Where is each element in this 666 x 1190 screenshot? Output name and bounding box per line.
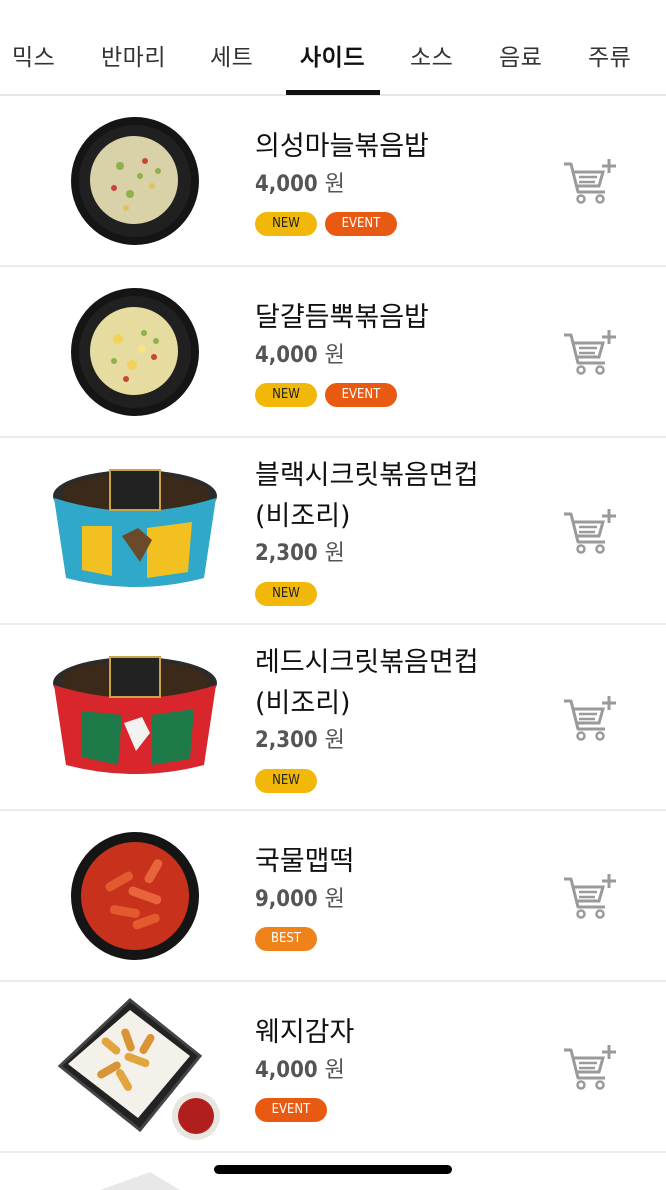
product-price: 4,000 원 (255, 172, 345, 197)
add-to-cart-icon[interactable] (561, 693, 619, 743)
home-indicator (214, 1165, 452, 1174)
product-name: 의성마늘볶음밥 (255, 131, 429, 162)
product-price: 2,300 원 (255, 728, 345, 753)
black-noodle-cup-image (53, 469, 217, 587)
product-item[interactable]: 웨지감자 4,000 원 EVENT (0, 982, 666, 1153)
product-price: 4,000 원 (255, 343, 345, 368)
tab-side[interactable]: 사이드 (300, 38, 365, 72)
add-to-cart-icon[interactable] (561, 871, 619, 921)
event-badge: EVENT (325, 383, 397, 407)
product-list: 의성마늘볶음밥 4,000 원 NEW EVENT 달걀듬뿍볶음밥 4,000 … (0, 96, 666, 1153)
egg-fried-rice-image (71, 288, 199, 416)
new-badge: NEW (255, 582, 317, 606)
add-to-cart-icon[interactable] (561, 327, 619, 377)
next-item-image-partial (100, 1172, 180, 1190)
product-price: 2,300 원 (255, 541, 345, 566)
red-noodle-cup-image (53, 656, 217, 774)
tab-set[interactable]: 세트 (210, 38, 253, 72)
product-price: 9,000 원 (255, 887, 345, 912)
tab-mix[interactable]: 믹스 (12, 38, 55, 72)
category-tab-bar: 믹스 반마리 세트 사이드 소스 음료 주류 (0, 0, 666, 96)
badge-group: BEST (255, 927, 325, 951)
tab-alcohol[interactable]: 주류 (588, 38, 631, 72)
new-badge: NEW (255, 383, 317, 407)
add-to-cart-icon[interactable] (561, 1042, 619, 1092)
add-to-cart-icon[interactable] (561, 506, 619, 556)
badge-group: NEW EVENT (255, 383, 405, 407)
new-badge: NEW (255, 769, 317, 793)
product-name-line2: (비조리) (255, 501, 351, 532)
tab-drink[interactable]: 음료 (499, 38, 542, 72)
product-item[interactable]: 블랙시크릿볶음면컵 (비조리) 2,300 원 NEW (0, 438, 666, 625)
garlic-fried-rice-image (71, 117, 199, 245)
product-name: 국물맵떡 (255, 846, 355, 877)
spicy-tteokbokki-image (71, 832, 199, 960)
badge-group: EVENT (255, 1098, 335, 1122)
active-tab-indicator (286, 90, 380, 95)
product-name: 달걀듬뿍볶음밥 (255, 302, 429, 333)
product-name-line2: (비조리) (255, 688, 351, 719)
badge-group: NEW EVENT (255, 212, 405, 236)
event-badge: EVENT (255, 1098, 327, 1122)
tab-half[interactable]: 반마리 (101, 38, 166, 72)
product-name: 블랙시크릿볶음면컵 (255, 460, 479, 491)
product-item[interactable]: 레드시크릿볶음면컵 (비조리) 2,300 원 NEW (0, 625, 666, 811)
best-badge: BEST (255, 927, 317, 951)
new-badge: NEW (255, 212, 317, 236)
product-item[interactable]: 달걀듬뿍볶음밥 4,000 원 NEW EVENT (0, 267, 666, 438)
product-name: 웨지감자 (255, 1017, 355, 1048)
badge-group: NEW (255, 582, 325, 606)
event-badge: EVENT (325, 212, 397, 236)
product-item[interactable]: 의성마늘볶음밥 4,000 원 NEW EVENT (0, 96, 666, 267)
product-item[interactable]: 국물맵떡 9,000 원 BEST (0, 811, 666, 982)
product-price: 4,000 원 (255, 1058, 345, 1083)
tab-sauce[interactable]: 소스 (410, 38, 453, 72)
badge-group: NEW (255, 769, 325, 793)
wedge-potato-image (57, 998, 220, 1140)
add-to-cart-icon[interactable] (561, 156, 619, 206)
product-name: 레드시크릿볶음면컵 (255, 647, 479, 678)
